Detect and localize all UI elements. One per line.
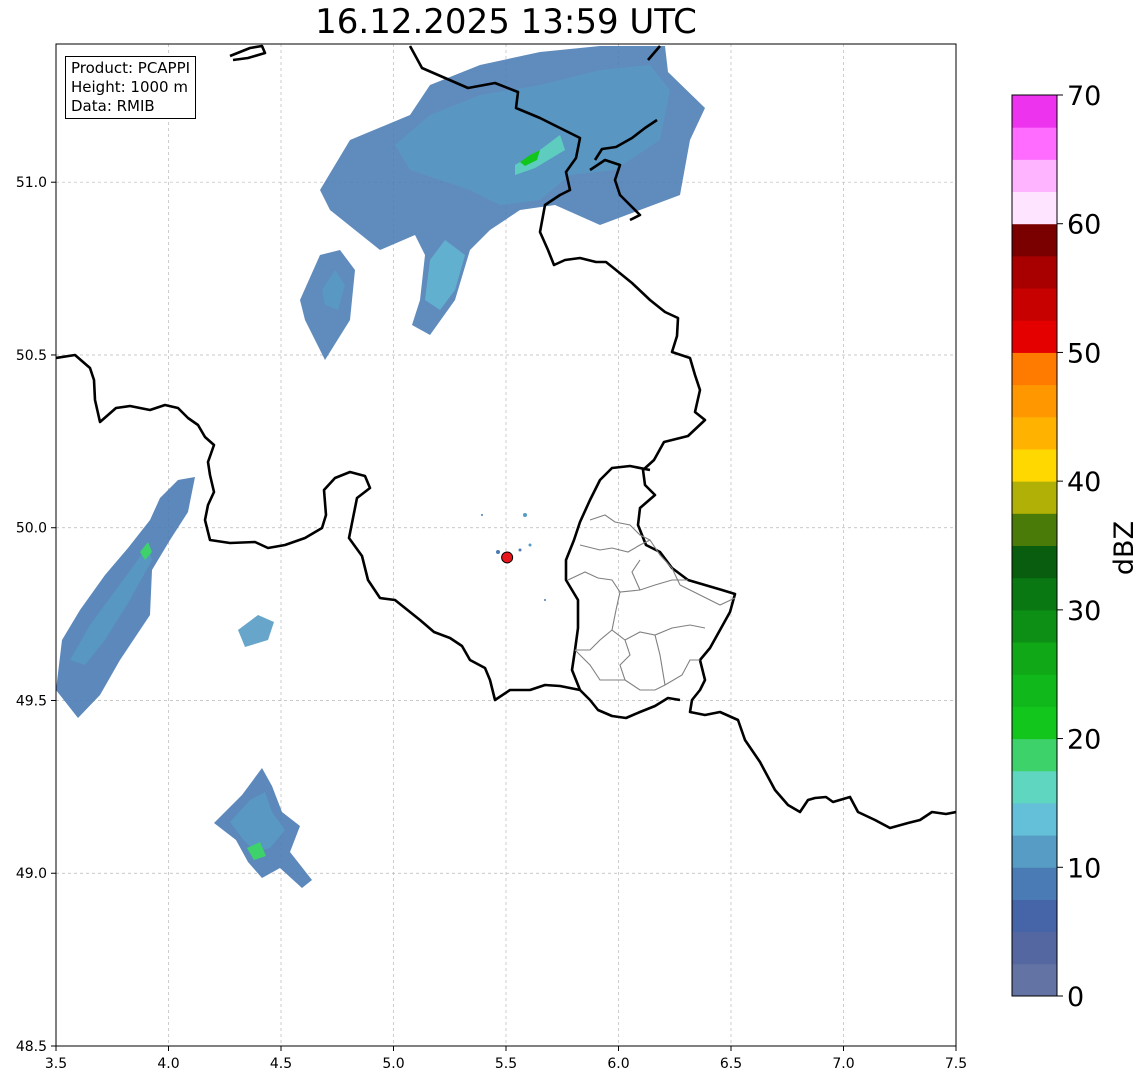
radar-site-marker: [501, 551, 514, 564]
x-tick-label: 6.5: [720, 1056, 742, 1072]
y-tick-label: 49.5: [16, 693, 47, 709]
colorbar-segment: [1012, 899, 1057, 933]
colorbar-segment: [1012, 835, 1057, 868]
colorbar-tick-label: 50: [1067, 338, 1101, 369]
y-tick-label: 50.0: [16, 521, 47, 537]
product-info-box: Product: PCAPPI Height: 1000 m Data: RMI…: [65, 56, 197, 119]
colorbar-label: dBZ: [1109, 521, 1140, 575]
colorbar-segment: [1012, 255, 1057, 289]
colorbar-segment: [1012, 352, 1057, 386]
x-tick-label: 7.0: [832, 1056, 854, 1072]
colorbar-segment: [1012, 223, 1057, 257]
colorbar-segment: [1012, 609, 1057, 643]
map-area: [55, 43, 957, 1047]
colorbar-tick-label: 0: [1067, 982, 1084, 1013]
colorbar-tick-label: 10: [1067, 853, 1101, 884]
colorbar-segment: [1012, 642, 1057, 675]
colorbar-segment: [1012, 288, 1057, 321]
colorbar-tick-label: 30: [1067, 596, 1101, 627]
colorbar-segment: [1012, 191, 1057, 225]
data-source-text: Data: RMIB: [71, 97, 155, 115]
colorbar-segment: [1012, 545, 1057, 579]
y-axis: 48.5 49.0 49.5 50.0 50.5 51.0: [16, 175, 56, 1055]
colorbar-segment: [1012, 416, 1057, 450]
height-text: Height: 1000 m: [71, 78, 188, 96]
colorbar-segment: [1012, 706, 1057, 740]
colorbar-tick-label: 60: [1067, 210, 1101, 241]
colorbar-tick-label: 40: [1067, 467, 1101, 498]
colorbar-segment: [1012, 127, 1057, 160]
colorbar-segment: [1012, 738, 1057, 772]
colorbar-segment: [1012, 95, 1057, 128]
colorbar-tick-label: 20: [1067, 725, 1101, 756]
colorbar: 0 10 20 30 40 50 60 70: [1011, 81, 1101, 1013]
colorbar-tick-label: 70: [1067, 81, 1101, 112]
colorbar-segment: [1012, 802, 1057, 836]
product-text: Product: PCAPPI: [71, 59, 191, 77]
radar-map-figure: 3.5 4.0 4.5 5.0 5.5 6.0 6.5 7.0 7.5 48.5 49.0 49.5…: [16, 43, 1140, 1072]
x-tick-label: 7.5: [945, 1056, 967, 1072]
colorbar-segment: [1012, 867, 1057, 900]
colorbar-segment: [1012, 320, 1057, 353]
x-tick-label: 3.5: [45, 1056, 67, 1072]
x-tick-label: 4.5: [270, 1056, 292, 1072]
colorbar-segment: [1012, 770, 1057, 804]
colorbar-segment: [1012, 931, 1057, 965]
colorbar-segment: [1012, 448, 1057, 482]
colorbar-segment: [1012, 674, 1057, 707]
y-tick-label: 50.5: [16, 348, 47, 364]
x-tick-label: 5.5: [495, 1056, 517, 1072]
x-tick-label: 4.0: [157, 1056, 179, 1072]
y-tick-label: 49.0: [16, 866, 47, 882]
x-tick-label: 6.0: [607, 1056, 629, 1072]
colorbar-segment: [1012, 384, 1057, 418]
y-tick-label: 51.0: [16, 175, 47, 191]
x-tick-label: 5.0: [382, 1056, 404, 1072]
colorbar-segment: [1012, 481, 1057, 514]
colorbar-segment: [1012, 963, 1057, 997]
colorbar-segment: [1012, 577, 1057, 611]
colorbar-segment: [1012, 159, 1057, 193]
colorbar-segment: [1012, 513, 1057, 546]
y-tick-label: 48.5: [16, 1039, 47, 1055]
x-axis: 3.5 4.0 4.5 5.0 5.5 6.0 6.5 7.0 7.5: [45, 1046, 967, 1072]
